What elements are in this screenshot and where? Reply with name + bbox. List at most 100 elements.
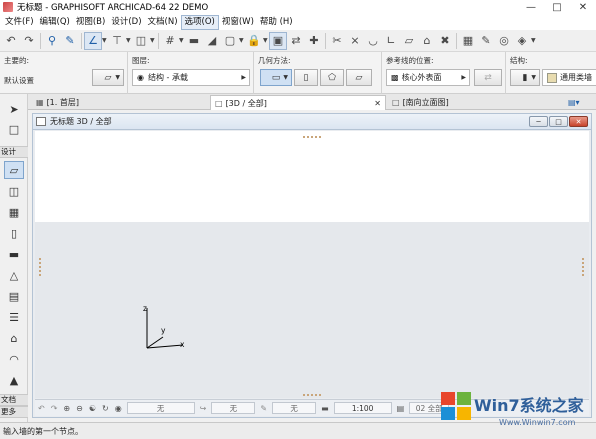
attributes-icon[interactable]: ✎ — [477, 32, 495, 50]
morph-tool-icon[interactable]: ▲ — [4, 371, 24, 389]
layer-combination-select[interactable]: 无 — [126, 402, 195, 414]
chevron-down-icon[interactable]: ▼ — [531, 37, 537, 44]
fit-view-icon[interactable]: ◉ — [115, 404, 122, 413]
marquee-icon[interactable]: ▢ — [221, 32, 239, 50]
roof-icon[interactable]: ⌂ — [418, 32, 436, 50]
menu-help[interactable]: 帮助 (H) — [257, 14, 296, 30]
split-icon[interactable]: ⨯ — [346, 32, 364, 50]
fit-icon[interactable]: ✚ — [305, 32, 323, 50]
flip-button[interactable]: ⇄ — [474, 69, 502, 86]
menu-edit[interactable]: 编辑(Q) — [37, 14, 73, 30]
inject-icon[interactable]: ✎ — [61, 32, 79, 50]
render-icon[interactable]: ◈ — [513, 32, 531, 50]
materials-icon[interactable]: ◎ — [495, 32, 513, 50]
trim-icon[interactable]: ✂ — [328, 32, 346, 50]
menu-design[interactable]: 设计(D) — [108, 14, 144, 30]
shell-tool-icon[interactable]: ◠ — [4, 350, 24, 368]
infobox-geometry: 几何方法: ▭ ▼ ▯ ⬠ ▱ — [254, 52, 382, 94]
intersect-icon[interactable]: ✖ — [436, 32, 454, 50]
undo-icon[interactable]: ↶ — [2, 32, 20, 50]
layer-select[interactable]: ◉ 结构 - 承载 ▶ — [132, 69, 250, 86]
close-icon[interactable]: ✕ — [374, 99, 381, 108]
fill-icon[interactable]: ◢ — [203, 32, 221, 50]
chevron-down-icon[interactable]: ▼ — [150, 37, 156, 44]
maximize-button[interactable]: □ — [544, 0, 570, 14]
stair-tool-icon[interactable]: ▤ — [4, 287, 24, 305]
zoom-out-icon[interactable]: ⊖ — [76, 404, 83, 413]
tab-3d[interactable]: □ [3D / 全部] ✕ — [210, 95, 386, 110]
minimize-button[interactable]: — — [518, 0, 544, 14]
restore-button[interactable]: □ — [549, 116, 568, 127]
menu-document[interactable]: 文档(N) — [145, 14, 181, 30]
bottom-resize-grip[interactable] — [303, 394, 321, 396]
geometry-polygon-button[interactable]: ⬠ — [320, 69, 344, 86]
top-resize-grip[interactable] — [303, 136, 321, 138]
eraser-icon[interactable]: ▬ — [185, 32, 203, 50]
corner-icon[interactable]: ∟ — [382, 32, 400, 50]
reference-line-select[interactable]: ▩ 核心外表面 ▶ — [386, 69, 470, 86]
beam-tool-icon[interactable]: ▬ — [4, 245, 24, 263]
tab-south-elevation[interactable]: □ [南向立面图] — [388, 95, 560, 110]
slab-tool-icon[interactable]: △ — [4, 266, 24, 284]
tab-floor-plan[interactable]: ▦ [1. 首层] — [32, 95, 208, 110]
undo-view-icon[interactable]: ↶ — [38, 404, 45, 413]
standard-toolbar: ↶ ↷ ⚲ ✎ ∠ ▼ ⊤ ▼ ◫ ▼ # ▼ ▬ ◢ ▢ ▼ 🔒 ▼ ▣ ⇄ … — [0, 30, 596, 52]
snap-points-icon[interactable]: ◫ — [132, 32, 150, 50]
suspend-groups-icon[interactable]: ▣ — [269, 31, 287, 50]
reference-line-label: 参考线的位置: — [386, 56, 434, 65]
minimize-button[interactable]: ─ — [529, 116, 548, 127]
model-view-icon: ↪ — [199, 403, 207, 413]
orbit-icon[interactable]: ↻ — [102, 404, 109, 413]
watermark-brand: Win7系统之家 — [474, 396, 584, 415]
3d-window-controls: ─ □ ✕ — [529, 116, 588, 127]
arrow-tool-icon[interactable]: ➤ — [4, 100, 24, 118]
structure-label: 结构: — [510, 56, 528, 65]
menu-view[interactable]: 视图(B) — [73, 14, 108, 30]
redo-view-icon[interactable]: ↷ — [51, 404, 58, 413]
grid-snap-icon[interactable]: # — [161, 32, 179, 50]
lock-icon[interactable]: 🔒 — [245, 32, 263, 50]
model-view-select[interactable]: 无 — [211, 402, 256, 414]
structure-select[interactable]: 通用类墙 — [542, 69, 596, 86]
trace-icon[interactable]: ⇄ — [287, 32, 305, 50]
offset-icon[interactable]: ▱ — [400, 32, 418, 50]
toolbar-divider — [456, 32, 457, 49]
roof-tool-icon[interactable]: ⌂ — [4, 329, 24, 347]
close-button[interactable]: ✕ — [570, 0, 596, 14]
left-resize-grip[interactable] — [39, 258, 41, 276]
menu-window[interactable]: 视窗(W) — [219, 14, 257, 30]
tab-list-button[interactable]: ▤▾ — [564, 95, 594, 110]
geometry-trapezoid-button[interactable]: ▯ — [294, 69, 318, 86]
main-label: 主要的: — [4, 56, 30, 65]
walk-icon[interactable]: ☯ — [89, 404, 96, 413]
geometry-slanted-button[interactable]: ▱ — [346, 69, 372, 86]
3d-background-sky[interactable] — [35, 131, 589, 222]
menu-file[interactable]: 文件(F) — [2, 14, 37, 30]
geometry-straight-button[interactable]: ▭ ▼ — [260, 69, 292, 86]
column-tool-icon[interactable]: ▯ — [4, 224, 24, 242]
more-section-label[interactable]: 更多 — [0, 406, 28, 418]
wall-settings-button[interactable]: ▱ ▼ — [92, 69, 124, 86]
design-section-label[interactable]: 设计 — [0, 146, 28, 158]
marquee-tool-icon[interactable]: □ — [4, 120, 24, 138]
structure-type-button[interactable]: ▮ ▼ — [510, 69, 540, 86]
close-button[interactable]: ✕ — [569, 116, 588, 127]
railing-tool-icon[interactable]: ☰ — [4, 308, 24, 326]
right-resize-grip[interactable] — [582, 258, 584, 276]
document-section-label[interactable]: 文档 — [0, 394, 28, 406]
redo-icon[interactable]: ↷ — [20, 32, 38, 50]
wall-tool-icon[interactable]: ▱ — [4, 161, 24, 179]
pick-up-icon[interactable]: ⚲ — [43, 32, 61, 50]
menu-options[interactable]: 选项(O) — [180, 14, 219, 30]
window-tool-icon[interactable]: ▦ — [4, 203, 24, 221]
angle-snap-icon[interactable]: ∠ — [84, 31, 102, 50]
fillet-icon[interactable]: ◡ — [364, 32, 382, 50]
zoom-in-icon[interactable]: ⊕ — [63, 404, 70, 413]
guide-lines-icon[interactable]: ⊤ — [108, 32, 126, 50]
door-tool-icon[interactable]: ◫ — [4, 182, 24, 200]
3d-background-ground[interactable] — [35, 222, 589, 398]
pen-set-select[interactable]: 无 — [272, 402, 317, 414]
layers-icon[interactable]: ▦ — [459, 32, 477, 50]
polygon-wall-icon: ⬠ — [328, 72, 336, 83]
scale-select[interactable]: 1:100 — [333, 402, 392, 414]
